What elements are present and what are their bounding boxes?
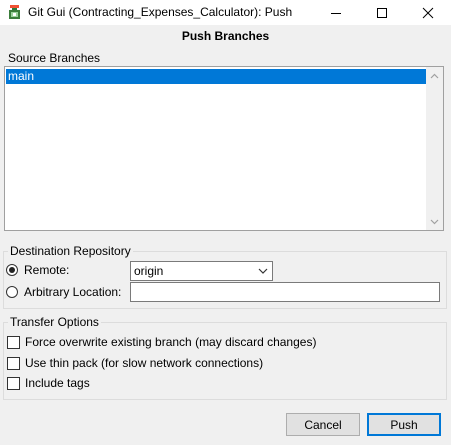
scroll-down-arrow[interactable] bbox=[426, 213, 443, 230]
close-icon bbox=[422, 7, 434, 18]
chevron-down-icon bbox=[258, 268, 268, 274]
dialog-heading: Push Branches bbox=[181, 29, 270, 43]
remote-radio[interactable] bbox=[6, 264, 18, 276]
transfer-options-label: Transfer Options bbox=[8, 315, 101, 329]
maximize-button[interactable] bbox=[359, 0, 405, 25]
chevron-down-icon bbox=[430, 219, 439, 224]
minimize-icon bbox=[331, 12, 341, 14]
remote-select-value: origin bbox=[134, 264, 164, 278]
thin-pack-label: Use thin pack (for slow network connecti… bbox=[25, 356, 264, 370]
push-button[interactable]: Push bbox=[367, 413, 441, 436]
destination-repository-label: Destination Repository bbox=[8, 244, 133, 258]
cancel-button[interactable]: Cancel bbox=[286, 413, 360, 436]
vertical-scrollbar[interactable] bbox=[426, 67, 443, 230]
push-dialog-window: Git Gui (Contracting_Expenses_Calculator… bbox=[0, 0, 451, 445]
force-overwrite-label: Force overwrite existing branch (may dis… bbox=[25, 335, 317, 349]
source-branches-list[interactable]: main bbox=[4, 66, 444, 231]
force-overwrite-checkbox[interactable] bbox=[7, 336, 20, 349]
list-item[interactable]: main bbox=[6, 69, 428, 84]
window-title: Git Gui (Contracting_Expenses_Calculator… bbox=[28, 5, 293, 19]
close-button[interactable] bbox=[405, 0, 451, 25]
title-bar[interactable]: Git Gui (Contracting_Expenses_Calculator… bbox=[0, 0, 451, 25]
chevron-up-icon bbox=[430, 73, 439, 78]
remote-label: Remote: bbox=[24, 263, 70, 277]
scroll-up-arrow[interactable] bbox=[426, 67, 443, 84]
thin-pack-checkbox[interactable] bbox=[7, 357, 20, 370]
include-tags-label: Include tags bbox=[25, 376, 90, 390]
maximize-icon bbox=[377, 7, 387, 18]
include-tags-checkbox[interactable] bbox=[7, 377, 20, 390]
arbitrary-location-input[interactable] bbox=[130, 282, 440, 302]
git-gui-icon bbox=[9, 5, 20, 19]
source-branches-label: Source Branches bbox=[8, 51, 101, 65]
arbitrary-location-radio[interactable] bbox=[6, 286, 18, 298]
minimize-button[interactable] bbox=[313, 0, 359, 25]
remote-select[interactable]: origin bbox=[130, 261, 273, 281]
arbitrary-location-label: Arbitrary Location: bbox=[24, 285, 122, 299]
